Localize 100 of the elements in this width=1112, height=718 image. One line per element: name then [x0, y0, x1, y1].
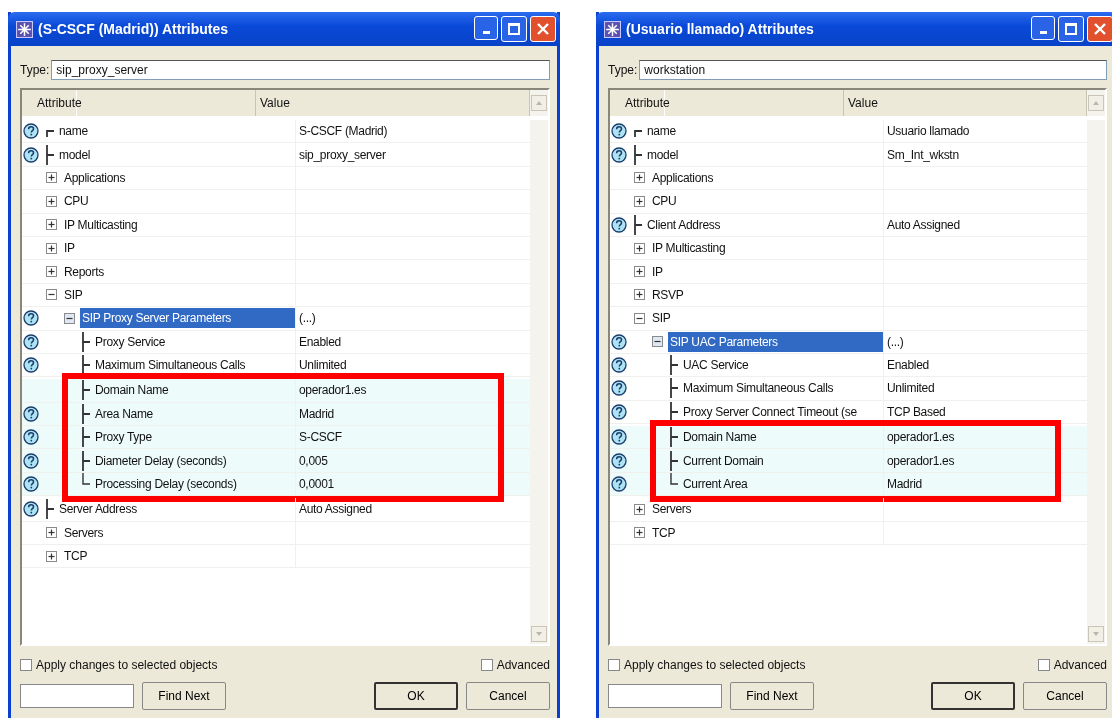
expand-icon[interactable] — [634, 195, 645, 207]
attribute-value[interactable]: Unlimited — [884, 377, 1087, 400]
help-icon[interactable] — [611, 333, 627, 350]
attribute-name[interactable]: Area Name — [93, 403, 155, 424]
find-next-button[interactable]: Find Next — [142, 682, 226, 710]
expand-icon[interactable] — [634, 242, 645, 254]
attribute-name[interactable]: Servers — [650, 499, 694, 520]
help-icon[interactable] — [611, 429, 627, 446]
close-button[interactable] — [1087, 16, 1112, 42]
attribute-value[interactable]: Enabled — [884, 353, 1087, 377]
attribute-value[interactable]: Auto Assigned — [884, 213, 1087, 236]
attribute-name[interactable]: Domain Name — [93, 380, 171, 401]
collapse-icon[interactable] — [652, 336, 663, 348]
attribute-name[interactable]: Servers — [62, 522, 106, 543]
attribute-name[interactable]: Domain Name — [681, 427, 759, 448]
attribute-name[interactable]: Current Area — [681, 474, 750, 495]
advanced-checkbox[interactable]: Advanced — [1037, 658, 1107, 672]
attribute-value[interactable]: Madrid — [296, 402, 530, 426]
attribute-name[interactable]: Client Address — [645, 214, 723, 235]
maximize-button[interactable] — [501, 16, 527, 42]
attribute-name[interactable]: Maximum Simultaneous Calls — [681, 378, 836, 399]
collapse-icon[interactable] — [634, 312, 645, 324]
cancel-button[interactable]: Cancel — [1023, 682, 1107, 710]
attribute-name[interactable]: SIP — [62, 284, 85, 305]
close-button[interactable] — [530, 16, 556, 42]
minimize-button[interactable] — [474, 16, 498, 40]
attribute-value[interactable]: Enabled — [296, 330, 530, 353]
attribute-value[interactable]: S-CSCF — [296, 426, 530, 449]
attribute-value[interactable]: (...) — [296, 307, 530, 330]
help-icon[interactable] — [611, 123, 627, 140]
help-icon[interactable] — [23, 476, 39, 493]
help-icon[interactable] — [23, 429, 39, 446]
attribute-value[interactable]: Usuario llamado — [884, 120, 1087, 143]
attribute-name[interactable]: IP Multicasting — [62, 214, 140, 235]
attribute-name[interactable]: Reports — [62, 261, 106, 282]
help-icon[interactable] — [611, 146, 627, 163]
attribute-name[interactable]: CPU — [650, 191, 679, 212]
expand-icon[interactable] — [634, 266, 645, 278]
attribute-name[interactable]: TCP — [62, 546, 90, 567]
attribute-value[interactable]: operador1.es — [296, 379, 530, 402]
attribute-value[interactable]: Sm_Int_wkstn — [884, 143, 1087, 166]
help-icon[interactable] — [23, 333, 39, 350]
attribute-value[interactable]: Auto Assigned — [296, 498, 530, 521]
attribute-name[interactable]: SIP Proxy Server Parameters — [80, 308, 295, 329]
expand-icon[interactable] — [634, 172, 645, 184]
attribute-name[interactable]: Proxy Service — [93, 331, 168, 352]
attribute-value[interactable]: 0,0001 — [296, 472, 530, 496]
attribute-name[interactable]: name — [645, 121, 678, 142]
help-icon[interactable] — [23, 123, 39, 140]
help-icon[interactable] — [23, 452, 39, 469]
advanced-checkbox[interactable]: Advanced — [480, 658, 550, 672]
expand-icon[interactable] — [46, 527, 57, 539]
cancel-button[interactable]: Cancel — [466, 682, 550, 710]
ok-button[interactable]: OK — [931, 682, 1015, 710]
help-icon[interactable] — [611, 380, 627, 397]
help-icon[interactable] — [611, 452, 627, 469]
apply-checkbox[interactable]: Apply changes to selected objects — [20, 658, 218, 672]
attribute-value[interactable]: S-CSCF (Madrid) — [296, 120, 530, 143]
attribute-name[interactable]: Processing Delay (seconds) — [93, 474, 239, 495]
attribute-name[interactable]: Current Domain — [681, 450, 766, 471]
help-icon[interactable] — [23, 310, 39, 327]
help-icon[interactable] — [23, 357, 39, 374]
attribute-value[interactable]: Unlimited — [296, 353, 530, 377]
attribute-value[interactable]: (...) — [884, 330, 1087, 353]
attribute-name[interactable]: Server Address — [57, 499, 139, 520]
expand-icon[interactable] — [46, 219, 57, 231]
help-icon[interactable] — [611, 403, 627, 420]
attribute-name[interactable]: TCP — [650, 522, 678, 543]
collapse-icon[interactable] — [64, 312, 75, 324]
attribute-name[interactable]: Applications — [650, 167, 716, 188]
maximize-button[interactable] — [1058, 16, 1084, 42]
attribute-name[interactable]: IP — [650, 261, 665, 282]
attribute-name[interactable]: UAC Service — [681, 355, 751, 376]
column-header[interactable]: Attribute — [37, 90, 256, 116]
attribute-value[interactable]: Madrid — [884, 472, 1087, 496]
help-icon[interactable] — [23, 405, 39, 422]
column-header[interactable]: Attribute — [625, 90, 844, 116]
ok-button[interactable]: OK — [374, 682, 458, 710]
attribute-name[interactable]: Maximum Simultaneous Calls — [93, 355, 248, 376]
expand-icon[interactable] — [634, 289, 645, 301]
attribute-name[interactable]: RSVP — [650, 284, 686, 305]
attribute-value[interactable]: operador1.es — [884, 426, 1087, 449]
attribute-name[interactable]: CPU — [62, 191, 91, 212]
search-field[interactable] — [20, 684, 134, 708]
help-icon[interactable] — [611, 476, 627, 493]
attribute-name[interactable]: model — [645, 144, 681, 165]
expand-icon[interactable] — [46, 172, 57, 184]
expand-icon[interactable] — [46, 266, 57, 278]
attribute-value[interactable]: operador1.es — [884, 449, 1087, 472]
expand-icon[interactable] — [46, 195, 57, 207]
attribute-value[interactable]: 0,005 — [296, 449, 530, 472]
attribute-value[interactable]: TCP Based — [884, 400, 1087, 424]
help-icon[interactable] — [23, 146, 39, 163]
attribute-name[interactable]: Applications — [62, 167, 128, 188]
attribute-value[interactable]: sip_proxy_server — [296, 143, 530, 166]
type-field[interactable]: workstation — [639, 60, 1107, 80]
search-field[interactable] — [608, 684, 722, 708]
attribute-name[interactable]: Proxy Type — [93, 427, 154, 448]
expand-icon[interactable] — [634, 503, 645, 515]
attribute-name[interactable]: name — [57, 121, 90, 142]
